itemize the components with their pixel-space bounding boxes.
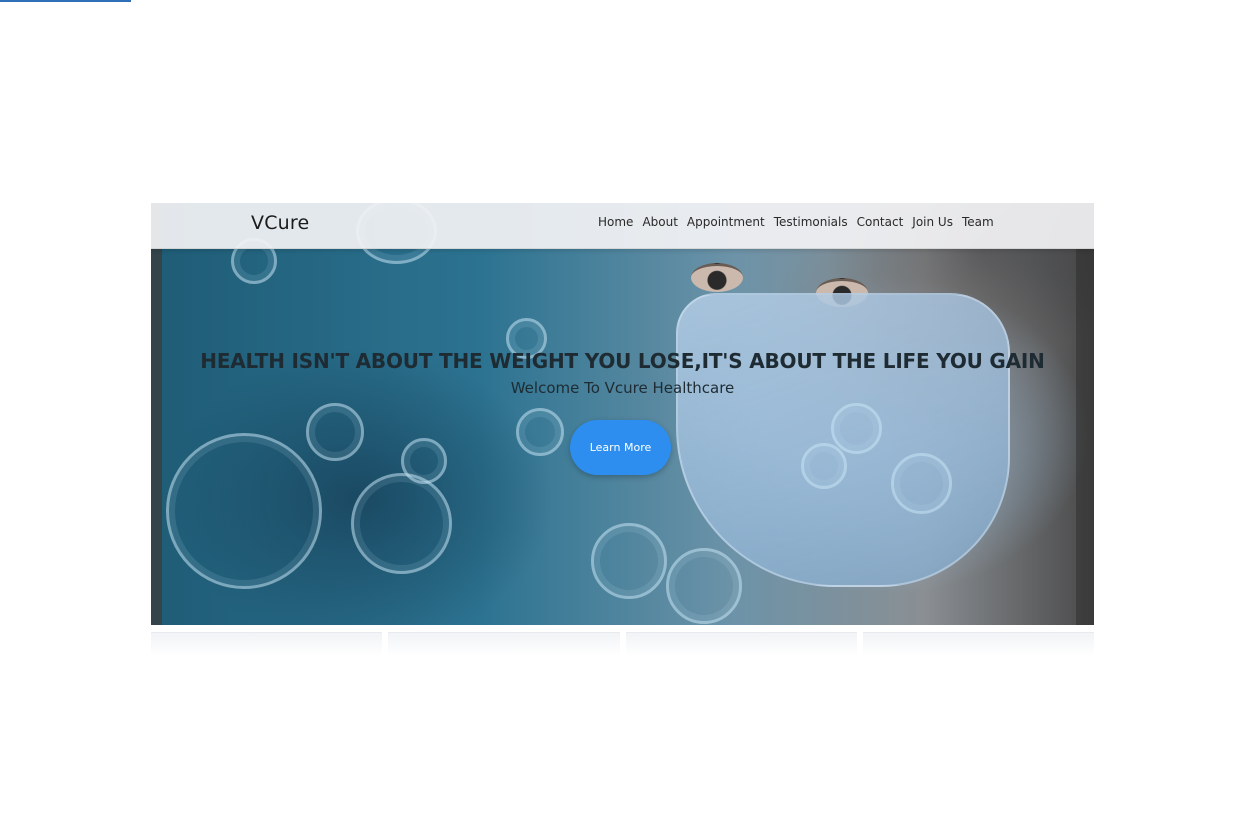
navbar: VCure Home About Appointment Testimonial…	[151, 203, 1094, 249]
feature-card	[388, 632, 620, 656]
virus-particle-icon	[306, 403, 364, 461]
virus-particle-icon	[831, 403, 882, 454]
nav-link-team[interactable]: Team	[962, 215, 994, 229]
nav-links: Home About Appointment Testimonials Cont…	[598, 215, 994, 229]
hero-text-block: HEALTH ISN'T ABOUT THE WEIGHT YOU LOSE,I…	[151, 349, 1094, 397]
top-accent-line	[0, 0, 131, 2]
virus-particle-icon	[401, 438, 447, 484]
nav-link-contact[interactable]: Contact	[857, 215, 904, 229]
virus-particle-icon	[166, 433, 322, 589]
virus-particle-icon	[351, 473, 452, 574]
brand-logo[interactable]: VCure	[251, 212, 309, 234]
nav-link-home[interactable]: Home	[598, 215, 633, 229]
hero-section: VCure Home About Appointment Testimonial…	[151, 203, 1094, 625]
learn-more-button[interactable]: Learn More	[570, 420, 671, 475]
nav-link-appointment[interactable]: Appointment	[687, 215, 765, 229]
virus-particle-icon	[666, 548, 742, 624]
virus-particle-icon	[891, 453, 952, 514]
feature-card	[151, 632, 383, 656]
feature-card	[625, 632, 857, 656]
nav-link-about[interactable]: About	[642, 215, 677, 229]
virus-particle-icon	[516, 408, 564, 456]
hero-eye-left	[691, 263, 743, 292]
virus-particle-icon	[801, 443, 847, 489]
hero-heading: HEALTH ISN'T ABOUT THE WEIGHT YOU LOSE,I…	[200, 349, 1045, 373]
hero-left-edge	[151, 203, 162, 625]
nav-link-join-us[interactable]: Join Us	[912, 215, 953, 229]
nav-link-testimonials[interactable]: Testimonials	[774, 215, 848, 229]
virus-particle-icon	[591, 523, 667, 599]
feature-cards-row	[151, 632, 1094, 656]
hero-subheading: Welcome To Vcure Healthcare	[510, 379, 735, 397]
feature-card	[862, 632, 1094, 656]
